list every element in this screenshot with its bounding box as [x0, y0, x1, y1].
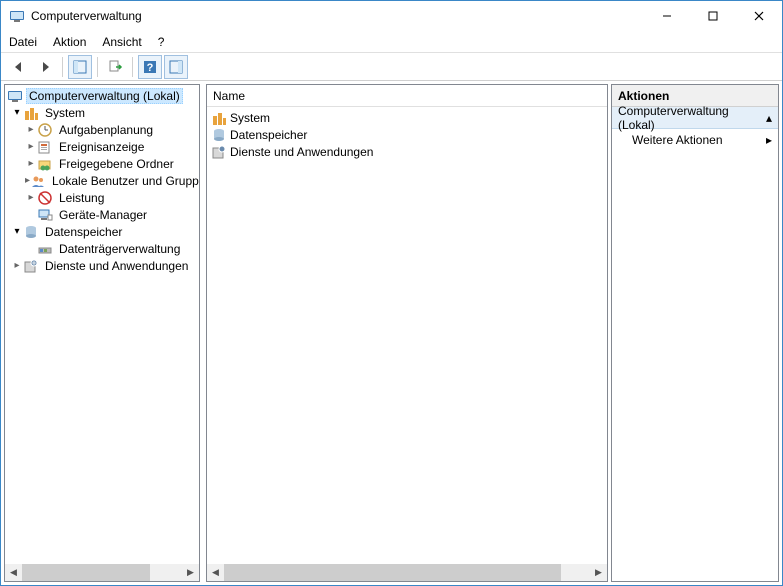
- system-tools-icon: [23, 105, 39, 121]
- tree-label: Datenspeicher: [42, 225, 125, 239]
- tree-leistung[interactable]: Leistung: [5, 189, 199, 206]
- tree-label: Datenträgerverwaltung: [56, 242, 183, 256]
- actions-more[interactable]: Weitere Aktionen ▸: [612, 129, 778, 151]
- tree-label: Computerverwaltung (Lokal): [26, 88, 183, 104]
- actions-more-label: Weitere Aktionen: [632, 133, 723, 147]
- expand-icon[interactable]: [25, 141, 37, 152]
- list-item[interactable]: Dienste und Anwendungen: [207, 143, 607, 160]
- tree-label: Ereignisanzeige: [56, 140, 147, 154]
- forward-button[interactable]: [33, 55, 57, 79]
- list-pane: Name System Datenspeicher Dienste und An…: [206, 84, 608, 582]
- tree-dienste[interactable]: Dienste und Anwendungen: [5, 257, 199, 274]
- toolbar-separator: [132, 57, 133, 77]
- tree-label: Leistung: [56, 191, 107, 205]
- list-label: Dienste und Anwendungen: [230, 145, 373, 159]
- app-icon: [9, 8, 25, 24]
- clock-icon: [37, 122, 53, 138]
- back-button[interactable]: [7, 55, 31, 79]
- list-item[interactable]: System: [207, 109, 607, 126]
- tree-ereignis[interactable]: Ereignisanzeige: [5, 138, 199, 155]
- window: Computerverwaltung Datei Aktion Ansicht …: [0, 0, 783, 586]
- list-label: Datenspeicher: [230, 128, 307, 142]
- list-label: System: [230, 111, 270, 125]
- tree-scrollbar[interactable]: ◀ ▶: [5, 564, 199, 581]
- minimize-button[interactable]: [644, 1, 690, 31]
- shared-folders-icon: [37, 156, 53, 172]
- system-tools-icon: [211, 110, 227, 126]
- tree-aufgaben[interactable]: Aufgabenplanung: [5, 121, 199, 138]
- titlebar: Computerverwaltung: [1, 1, 782, 31]
- list-scrollbar[interactable]: ◀ ▶: [207, 564, 607, 581]
- tree-label: Geräte-Manager: [56, 208, 150, 222]
- expand-icon[interactable]: [25, 158, 37, 169]
- menu-help[interactable]: ?: [158, 35, 165, 49]
- actions-pane: Aktionen Computerverwaltung (Lokal) ▴ We…: [611, 84, 779, 582]
- menu-action[interactable]: Aktion: [53, 35, 86, 49]
- storage-icon: [211, 127, 227, 143]
- help-button[interactable]: ?: [138, 55, 162, 79]
- scroll-left-icon[interactable]: ◀: [5, 564, 22, 581]
- content-area: Computerverwaltung (Lokal) System Aufgab…: [1, 81, 782, 585]
- maximize-button[interactable]: [690, 1, 736, 31]
- actions-section[interactable]: Computerverwaltung (Lokal) ▴: [612, 107, 778, 129]
- submenu-icon: ▸: [766, 133, 772, 147]
- list-body[interactable]: System Datenspeicher Dienste und Anwendu…: [207, 107, 607, 564]
- expand-icon[interactable]: [11, 226, 23, 237]
- menu-view[interactable]: Ansicht: [102, 35, 141, 49]
- list-header[interactable]: Name: [207, 85, 607, 107]
- tree-datenspeicher[interactable]: Datenspeicher: [5, 223, 199, 240]
- expand-icon[interactable]: [25, 124, 37, 135]
- svg-text:?: ?: [147, 62, 154, 74]
- tree-lokale[interactable]: Lokale Benutzer und Gruppen: [5, 172, 199, 189]
- users-groups-icon: [30, 173, 46, 189]
- menu-file[interactable]: Datei: [9, 35, 37, 49]
- show-actions-button[interactable]: [164, 55, 188, 79]
- tree-freigegebene[interactable]: Freigegebene Ordner: [5, 155, 199, 172]
- scroll-right-icon[interactable]: ▶: [590, 564, 607, 581]
- tree-label: Dienste und Anwendungen: [42, 259, 191, 273]
- expand-icon[interactable]: [25, 192, 37, 203]
- scroll-left-icon[interactable]: ◀: [207, 564, 224, 581]
- tree-label: Aufgabenplanung: [56, 123, 156, 137]
- tree-label: Lokale Benutzer und Gruppen: [49, 174, 199, 188]
- computer-management-icon: [7, 88, 23, 104]
- close-button[interactable]: [736, 1, 782, 31]
- services-icon: [211, 144, 227, 160]
- tree-root[interactable]: Computerverwaltung (Lokal): [5, 87, 199, 104]
- tree-pane: Computerverwaltung (Lokal) System Aufgab…: [4, 84, 200, 582]
- toolbar-separator: [97, 57, 98, 77]
- menubar: Datei Aktion Ansicht ?: [1, 31, 782, 53]
- tree-label: Freigegebene Ordner: [56, 157, 177, 171]
- toolbar-separator: [62, 57, 63, 77]
- nav-tree[interactable]: Computerverwaltung (Lokal) System Aufgab…: [5, 85, 199, 564]
- event-viewer-icon: [37, 139, 53, 155]
- show-tree-button[interactable]: [68, 55, 92, 79]
- actions-section-label: Computerverwaltung (Lokal): [618, 104, 766, 132]
- storage-icon: [23, 224, 39, 240]
- expand-icon[interactable]: [11, 107, 23, 118]
- device-manager-icon: [37, 207, 53, 223]
- tree-label: System: [42, 106, 88, 120]
- expand-icon[interactable]: [11, 260, 23, 271]
- window-title: Computerverwaltung: [31, 9, 142, 23]
- tree-geraete[interactable]: Geräte-Manager: [5, 206, 199, 223]
- export-button[interactable]: [103, 55, 127, 79]
- disk-management-icon: [37, 241, 53, 257]
- tree-system[interactable]: System: [5, 104, 199, 121]
- col-name[interactable]: Name: [213, 89, 245, 103]
- scroll-right-icon[interactable]: ▶: [182, 564, 199, 581]
- toolbar: ?: [1, 53, 782, 81]
- services-icon: [23, 258, 39, 274]
- tree-datentraeger[interactable]: Datenträgerverwaltung: [5, 240, 199, 257]
- collapse-icon[interactable]: ▴: [766, 111, 772, 125]
- list-item[interactable]: Datenspeicher: [207, 126, 607, 143]
- performance-icon: [37, 190, 53, 206]
